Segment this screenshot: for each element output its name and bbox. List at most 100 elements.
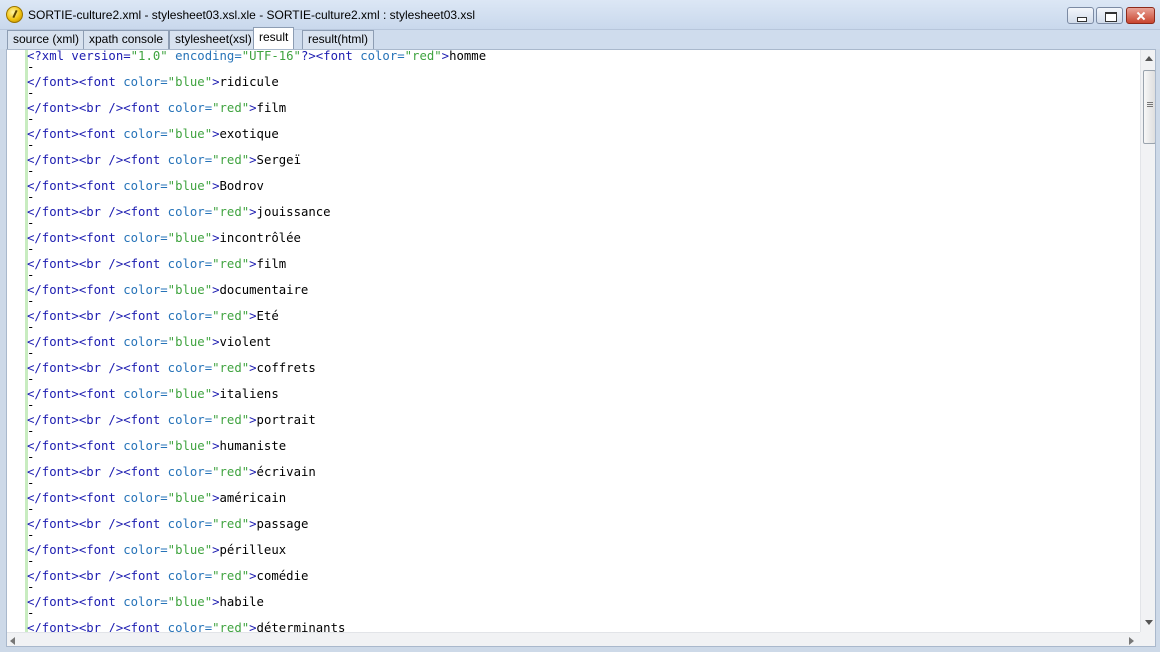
color-value: "blue" [167, 335, 213, 349]
scroll-thumb[interactable] [1143, 70, 1155, 144]
minimize-button[interactable] [1067, 7, 1094, 24]
font-tag: </font><br /> [27, 517, 124, 531]
vertical-scrollbar[interactable] [1140, 50, 1155, 632]
text-content: film [256, 101, 287, 115]
text-content: comédie [256, 569, 309, 583]
code-line: </font><br /><font color="red">Eté - [27, 310, 1137, 336]
xml-declaration-open: <?xml version= [27, 50, 131, 63]
text-content: exotique [219, 127, 279, 141]
tag-close: > [249, 621, 257, 633]
color-attribute: color= [115, 127, 168, 141]
color-attribute: color= [352, 50, 405, 63]
code-line: </font><font color="blue">italiens - [27, 388, 1137, 414]
code-line: </font><br /><font color="red">coffrets - [27, 362, 1137, 388]
scroll-up-arrow-icon[interactable] [1145, 56, 1153, 61]
code-line: </font><font color="blue">incontrôlée - [27, 232, 1137, 258]
font-open-tag: <font [123, 361, 161, 375]
text-content: Eté [256, 309, 279, 323]
font-open-tag: <font [123, 465, 161, 479]
font-tag: </font><font [27, 543, 116, 557]
tab-result[interactable]: result [253, 27, 295, 49]
encoding-value: "UTF-16" [241, 50, 301, 63]
font-open-tag: <font [123, 153, 161, 167]
font-tag: </font><font [27, 283, 116, 297]
color-value: "red" [404, 50, 442, 63]
text-content: film [256, 257, 287, 271]
text-content: italiens [219, 387, 279, 401]
color-attribute: color= [115, 335, 168, 349]
tag-close: > [441, 50, 450, 63]
encoding-attribute: encoding= [167, 50, 242, 63]
tab-xpath-console[interactable]: xpath console [83, 30, 170, 49]
color-attribute: color= [160, 361, 213, 375]
code-line: </font><font color="blue">habile - [27, 596, 1137, 622]
text-content: coffrets [256, 361, 316, 375]
font-tag: </font><br /> [27, 361, 124, 375]
color-value: "red" [212, 257, 250, 271]
text-content: déterminants [256, 621, 346, 633]
text-content: jouissance [256, 205, 331, 219]
tab-stylesheet-xsl[interactable]: stylesheet(xsl) [169, 30, 258, 49]
scroll-right-arrow-icon[interactable] [1129, 637, 1134, 645]
code-line: </font><br /><font color="red">Sergeï - [27, 154, 1137, 180]
font-tag: </font><font [27, 335, 116, 349]
code-line: </font><br /><font color="red">écrivain - [27, 466, 1137, 492]
code-area[interactable]: <?xml version="1.0" encoding="UTF-16"?><… [27, 50, 1137, 632]
font-tag: </font><br /> [27, 309, 124, 323]
font-tag: </font><font [27, 491, 116, 505]
color-attribute: color= [115, 595, 168, 609]
code-line: </font><font color="blue">Bodrov - [27, 180, 1137, 206]
tab-source-xml[interactable]: source (xml) [7, 30, 86, 49]
font-open-tag: <font [123, 517, 161, 531]
code-line: </font><font color="blue">exotique - [27, 128, 1137, 154]
font-tag: </font><br /> [27, 413, 124, 427]
tag-close: > [249, 153, 257, 167]
text-content: écrivain [256, 465, 316, 479]
tag-close: > [249, 413, 257, 427]
tab-result-html[interactable]: result(html) [302, 30, 375, 49]
color-value: "red" [212, 621, 250, 633]
scroll-left-arrow-icon[interactable] [10, 637, 15, 645]
tag-close: > [249, 465, 257, 479]
close-button[interactable] [1126, 7, 1155, 24]
color-attribute: color= [160, 101, 213, 115]
color-attribute: color= [160, 205, 213, 219]
font-open-tag: <font [123, 413, 161, 427]
tag-close: > [249, 517, 257, 531]
app-icon[interactable] [6, 6, 23, 23]
scroll-down-arrow-icon[interactable] [1145, 620, 1153, 625]
font-open-tag: <font [123, 569, 161, 583]
scrollbar-corner [1140, 632, 1155, 646]
tag-close: > [249, 257, 257, 271]
color-value: "blue" [167, 543, 213, 557]
tag-close: > [212, 231, 220, 245]
xml-declaration-close: ?> [300, 50, 316, 63]
color-value: "red" [212, 101, 250, 115]
tag-close: > [212, 75, 220, 89]
font-tag: </font><br /> [27, 569, 124, 583]
code-line: </font><br /><font color="red">film - [27, 102, 1137, 128]
code-line: </font><br /><font color="red">comédie - [27, 570, 1137, 596]
text-content: habile [219, 595, 264, 609]
color-value: "blue" [167, 387, 213, 401]
color-value: "red" [212, 309, 250, 323]
text-content: humaniste [219, 439, 287, 453]
tag-close: > [249, 569, 257, 583]
result-editor[interactable]: <?xml version="1.0" encoding="UTF-16"?><… [6, 49, 1156, 647]
font-tag: </font><br /> [27, 101, 124, 115]
code-line: </font><font color="blue">humaniste - [27, 440, 1137, 466]
color-attribute: color= [115, 439, 168, 453]
font-open-tag: <font [123, 205, 161, 219]
text-content: passage [256, 517, 309, 531]
code-line: </font><font color="blue">ridicule - [27, 76, 1137, 102]
tag-close: > [212, 491, 220, 505]
text-content: périlleux [219, 543, 287, 557]
color-value: "blue" [167, 179, 213, 193]
horizontal-scrollbar[interactable] [7, 632, 1140, 646]
code-line: </font><br /><font color="red">passage - [27, 518, 1137, 544]
maximize-button[interactable] [1096, 7, 1123, 24]
font-open-tag: <font [315, 50, 353, 63]
font-open-tag: <font [123, 257, 161, 271]
font-tag: </font><font [27, 387, 116, 401]
color-attribute: color= [160, 621, 213, 633]
